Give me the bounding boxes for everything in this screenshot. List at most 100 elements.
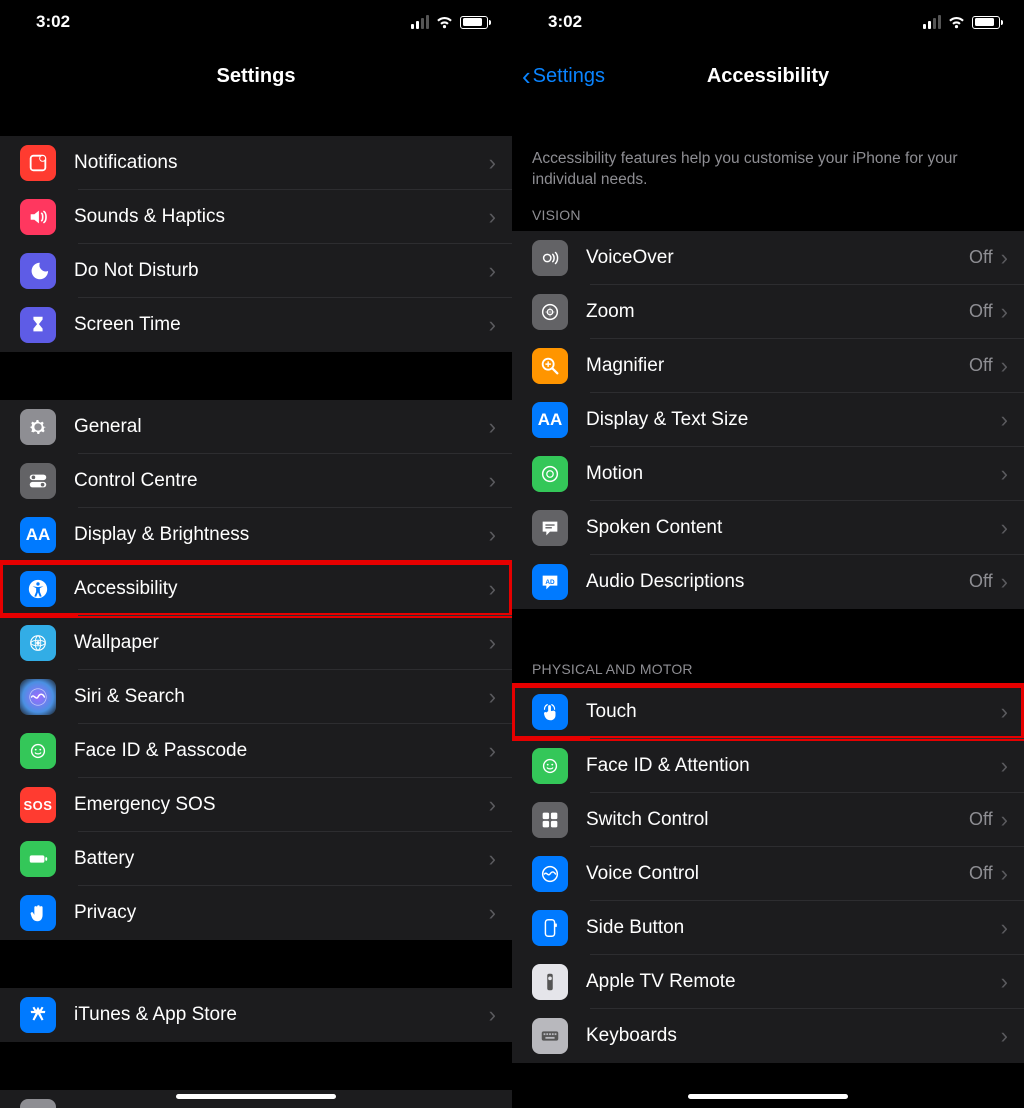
row-spoken-content[interactable]: Spoken Content› xyxy=(512,501,1024,555)
motion-icon xyxy=(532,456,568,492)
row-wallpaper[interactable]: Wallpaper› xyxy=(0,616,512,670)
sound-icon xyxy=(20,199,56,235)
row-magnifier[interactable]: MagnifierOff› xyxy=(512,339,1024,393)
section-header: PHYSICAL AND MOTOR xyxy=(512,651,1024,685)
row-touch[interactable]: Touch› xyxy=(512,685,1024,739)
row-label: Display & Brightness xyxy=(74,524,489,546)
chevron-right-icon: › xyxy=(1001,407,1008,433)
row-label: General xyxy=(74,416,489,438)
row-label: Control Centre xyxy=(74,470,489,492)
zoom-icon xyxy=(532,294,568,330)
faceid-icon xyxy=(20,733,56,769)
chevron-right-icon: › xyxy=(1001,915,1008,941)
chevron-right-icon: › xyxy=(489,204,496,230)
chevron-right-icon: › xyxy=(1001,753,1008,779)
row-do-not-disturb[interactable]: Do Not Disturb› xyxy=(0,244,512,298)
row-audio-descriptions[interactable]: ADAudio DescriptionsOff› xyxy=(512,555,1024,609)
row-general[interactable]: General› xyxy=(0,400,512,454)
accessibility-icon xyxy=(20,571,56,607)
row-value: Off xyxy=(969,355,993,376)
battery-icon xyxy=(20,841,56,877)
row-label: Side Button xyxy=(586,917,1001,939)
row-keyboards[interactable]: Keyboards› xyxy=(512,1009,1024,1063)
chevron-right-icon: › xyxy=(489,792,496,818)
wifi-icon xyxy=(947,15,966,29)
chevron-right-icon: › xyxy=(1001,807,1008,833)
chevron-right-icon: › xyxy=(489,1104,496,1108)
row-voice-control[interactable]: Voice ControlOff› xyxy=(512,847,1024,901)
row-accessibility[interactable]: Accessibility› xyxy=(0,562,512,616)
status-indicators xyxy=(923,15,1000,29)
row-screen-time[interactable]: Screen Time› xyxy=(0,298,512,352)
chevron-left-icon: ‹ xyxy=(522,63,531,89)
row-sounds-haptics[interactable]: Sounds & Haptics› xyxy=(0,190,512,244)
row-notifications[interactable]: Notifications› xyxy=(0,136,512,190)
row-apple-tv-remote[interactable]: Apple TV Remote› xyxy=(512,955,1024,1009)
settings-list[interactable]: Notifications›Sounds & Haptics›Do Not Di… xyxy=(0,108,512,1108)
chevron-right-icon: › xyxy=(1001,245,1008,271)
status-bar: 3:02 xyxy=(0,0,512,44)
row-value: Off xyxy=(969,247,993,268)
row-label: Motion xyxy=(586,463,1001,485)
text-size-icon: AA xyxy=(20,517,56,553)
row-control-centre[interactable]: Control Centre› xyxy=(0,454,512,508)
accessibility-list[interactable]: Accessibility features help you customis… xyxy=(512,108,1024,1108)
row-label: Siri & Search xyxy=(74,686,489,708)
key-icon xyxy=(20,1099,56,1108)
row-siri-search[interactable]: Siri & Search› xyxy=(0,670,512,724)
settings-group: VoiceOverOff›ZoomOff›MagnifierOff›AADisp… xyxy=(512,231,1024,609)
home-indicator[interactable] xyxy=(688,1094,848,1099)
row-label: Magnifier xyxy=(586,355,969,377)
row-label: Zoom xyxy=(586,301,969,323)
row-switch-control[interactable]: Switch ControlOff› xyxy=(512,793,1024,847)
chevron-right-icon: › xyxy=(489,414,496,440)
switches-icon xyxy=(20,463,56,499)
row-passwords-accounts[interactable]: Passwords & Accounts› xyxy=(0,1090,512,1108)
row-label: Voice Control xyxy=(586,863,969,885)
page-title: Accessibility xyxy=(707,65,829,88)
row-motion[interactable]: Motion› xyxy=(512,447,1024,501)
row-label: Spoken Content xyxy=(586,517,1001,539)
cellular-icon xyxy=(923,15,941,29)
chevron-right-icon: › xyxy=(489,900,496,926)
row-label: Display & Text Size xyxy=(586,409,1001,431)
row-face-id-passcode[interactable]: Face ID & Passcode› xyxy=(0,724,512,778)
wallpaper-icon xyxy=(20,625,56,661)
row-label: Switch Control xyxy=(586,809,969,831)
row-display-text-size[interactable]: AADisplay & Text Size› xyxy=(512,393,1024,447)
row-label: Keyboards xyxy=(586,1025,1001,1047)
speech-bubble-icon xyxy=(532,510,568,546)
row-label: Notifications xyxy=(74,152,489,174)
wifi-icon xyxy=(435,15,454,29)
remote-icon xyxy=(532,964,568,1000)
row-label: Emergency SOS xyxy=(74,794,489,816)
row-label: Audio Descriptions xyxy=(586,571,969,593)
row-privacy[interactable]: Privacy› xyxy=(0,886,512,940)
row-battery[interactable]: Battery› xyxy=(0,832,512,886)
row-label: Face ID & Passcode xyxy=(74,740,489,762)
chevron-right-icon: › xyxy=(489,522,496,548)
row-label: VoiceOver xyxy=(586,247,969,269)
chevron-right-icon: › xyxy=(489,630,496,656)
row-face-id-attention[interactable]: Face ID & Attention› xyxy=(512,739,1024,793)
row-zoom[interactable]: ZoomOff› xyxy=(512,285,1024,339)
row-side-button[interactable]: Side Button› xyxy=(512,901,1024,955)
row-emergency-sos[interactable]: SOSEmergency SOS› xyxy=(0,778,512,832)
settings-group: iTunes & App Store› xyxy=(0,988,512,1042)
chevron-right-icon: › xyxy=(489,846,496,872)
nav-bar: ‹ Settings Accessibility xyxy=(512,44,1024,108)
status-time: 3:02 xyxy=(548,12,582,32)
row-value: Off xyxy=(969,571,993,592)
row-display-brightness[interactable]: AA Display & Brightness› xyxy=(0,508,512,562)
settings-group: Notifications›Sounds & Haptics›Do Not Di… xyxy=(0,136,512,352)
chevron-right-icon: › xyxy=(489,738,496,764)
hand-icon xyxy=(20,895,56,931)
home-indicator[interactable] xyxy=(176,1094,336,1099)
row-label: Accessibility xyxy=(74,578,489,600)
keyboard-icon xyxy=(532,1018,568,1054)
back-button[interactable]: ‹ Settings xyxy=(522,63,605,89)
settings-group: Passwords & Accounts› xyxy=(0,1090,512,1108)
nav-bar: Settings xyxy=(0,44,512,108)
row-itunes-app-store[interactable]: iTunes & App Store› xyxy=(0,988,512,1042)
row-voiceover[interactable]: VoiceOverOff › xyxy=(512,231,1024,285)
